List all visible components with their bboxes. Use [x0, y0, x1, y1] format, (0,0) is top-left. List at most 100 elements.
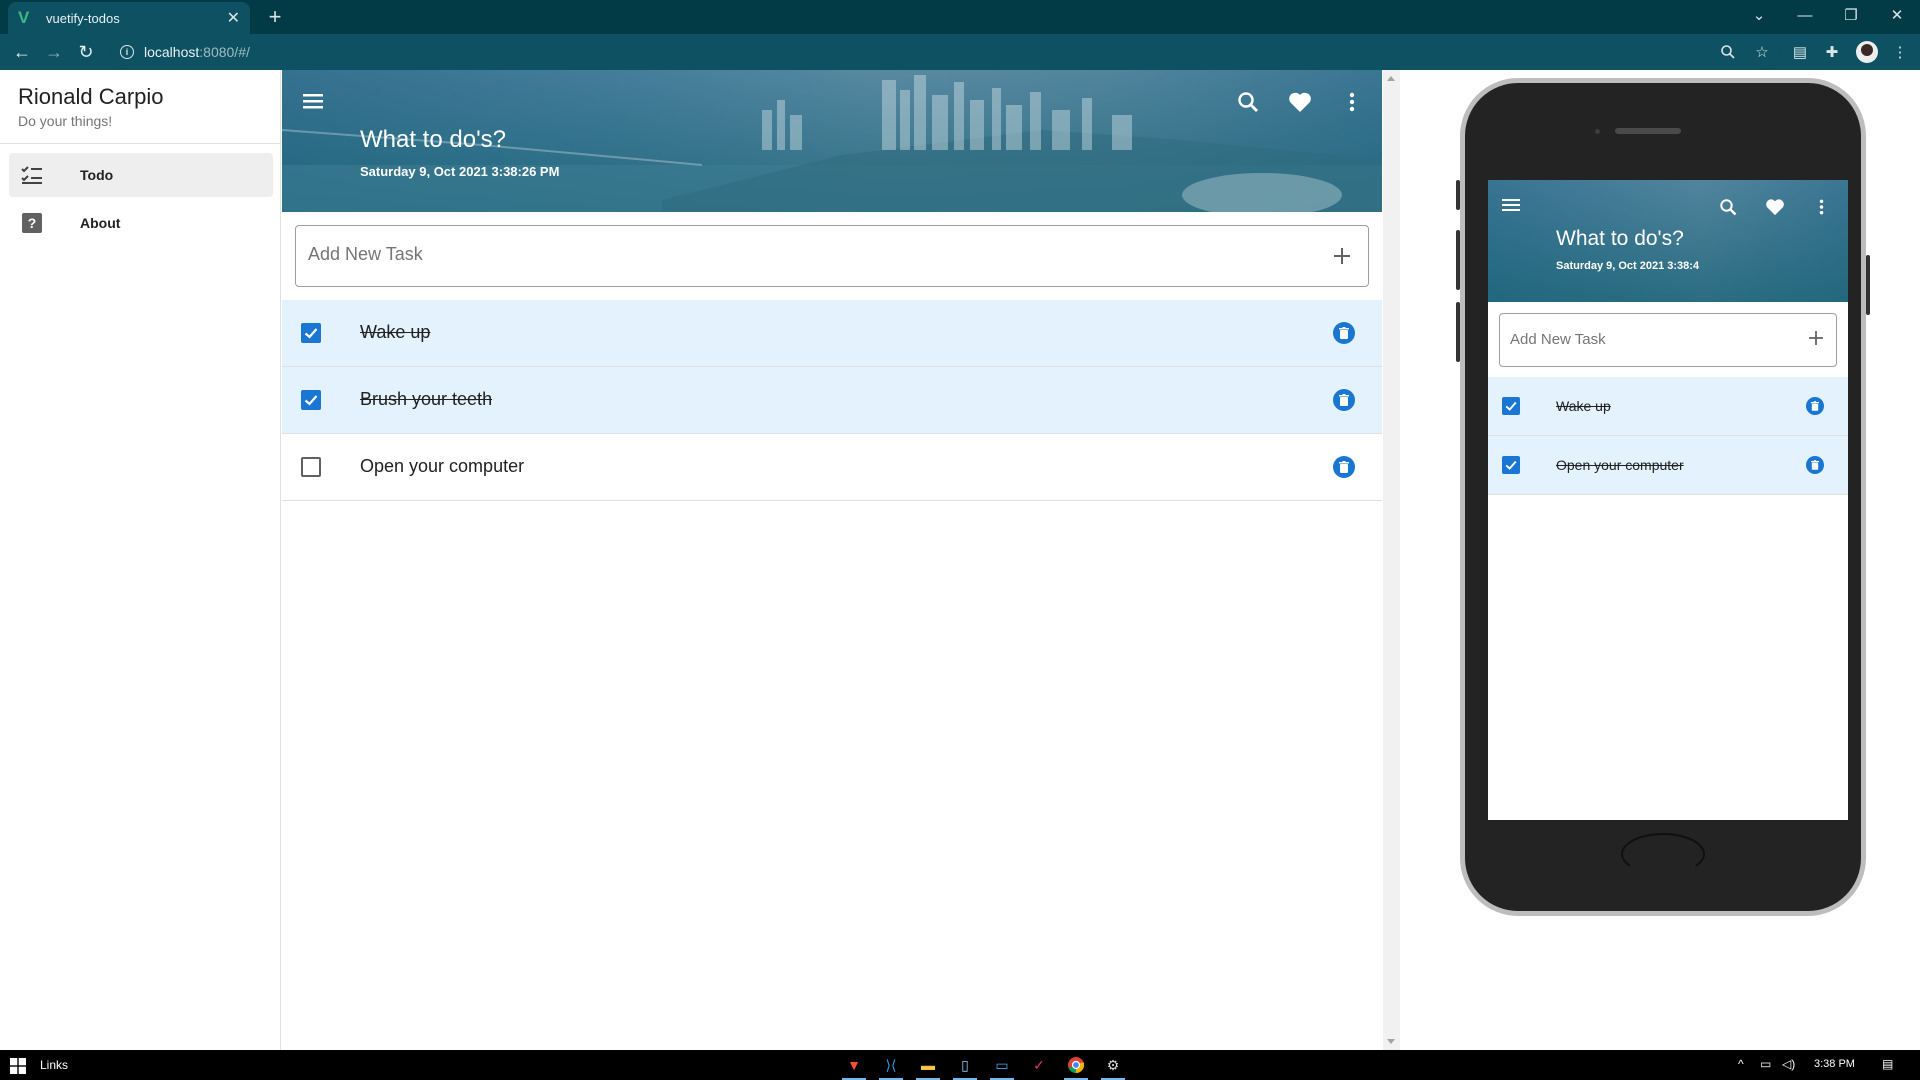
nav-label-todo: Todo: [80, 167, 114, 183]
nav-item-todo[interactable]: Todo: [9, 153, 273, 197]
browser-toolbar: ← → ↻ i localhost:8080/#/ ☆ ▤ ✚ ⋮: [0, 34, 1920, 70]
mobile-task-checkbox[interactable]: [1502, 397, 1520, 415]
mobile-hamburger-menu-icon[interactable]: [1500, 194, 1522, 216]
vscode-icon[interactable]: ⟩⟨: [879, 1054, 903, 1080]
task-row[interactable]: Brush your teeth: [282, 367, 1382, 434]
reload-icon[interactable]: ↻: [74, 40, 98, 64]
delete-task-icon[interactable]: [1333, 456, 1355, 478]
nav-drawer: Rionald Carpio Do your things! Todo ? Ab…: [0, 70, 281, 1050]
windows-start-icon[interactable]: [10, 1058, 26, 1074]
task-text: Brush your teeth: [360, 389, 493, 409]
browser-tab[interactable]: V vuetify-todos ✕: [8, 2, 250, 34]
add-task-input[interactable]: [308, 244, 1308, 265]
mobile-delete-task-icon[interactable]: [1806, 456, 1824, 474]
notifications-icon[interactable]: ▤: [1882, 1057, 1893, 1071]
scroll-down-arrow-icon[interactable]: [1387, 1039, 1395, 1044]
mobile-task-row[interactable]: Open your computer: [1488, 436, 1848, 495]
task-checkbox[interactable]: [301, 457, 321, 477]
hamburger-menu-icon[interactable]: [298, 86, 328, 116]
phone-frame: What to do's? Saturday 9, Oct 2021 3:38:…: [1460, 78, 1866, 916]
tray-chevron-icon[interactable]: ^: [1738, 1057, 1744, 1071]
help-icon: ?: [20, 211, 44, 235]
mobile-task-text: Open your computer: [1556, 457, 1684, 473]
url-text: localhost:8080/#/: [144, 44, 250, 60]
vuetify-logo-icon: V: [18, 8, 30, 27]
svg-text:?: ?: [28, 215, 37, 231]
search-icon[interactable]: [1234, 88, 1262, 116]
mobile-page-title: What to do's?: [1556, 227, 1684, 250]
task-text: Wake up: [360, 322, 431, 342]
mobile-add-task-field: [1499, 313, 1837, 367]
tab-title: vuetify-todos: [46, 10, 120, 26]
mobile-task-row[interactable]: Wake up: [1488, 377, 1848, 436]
vivaldi-icon[interactable]: ✓: [1027, 1054, 1051, 1076]
system-clock[interactable]: 3:38 PM: [1814, 1058, 1855, 1070]
extensions-puzzle-icon[interactable]: ✚: [1822, 42, 1842, 62]
nav-label-about: About: [80, 215, 121, 231]
chrome-icon[interactable]: [1064, 1054, 1088, 1080]
task-checkbox[interactable]: [301, 323, 321, 343]
delete-task-icon[interactable]: [1333, 322, 1355, 344]
remote-desktop-icon[interactable]: ▭: [990, 1054, 1014, 1080]
more-vert-icon[interactable]: [1338, 88, 1366, 116]
profile-avatar[interactable]: [1856, 41, 1878, 63]
main-content: What to do's? Saturday 9, Oct 2021 3:38:…: [282, 70, 1382, 1050]
task-row[interactable]: Open your computer: [282, 434, 1382, 501]
phone-home-button: [1621, 833, 1705, 875]
mobile-search-icon[interactable]: [1717, 196, 1739, 218]
os-taskbar: Links ▼ ⟩⟨ ▬ ▯ ▭ ✓ ⚙ ^ ▭ ◁) 3:38 PM ▤: [0, 1050, 1920, 1080]
mobile-more-vert-icon[interactable]: [1810, 196, 1832, 218]
phone-side-button: [1866, 255, 1870, 315]
phone-camera: [1595, 129, 1600, 134]
tab-search-icon[interactable]: ⌄: [1736, 0, 1782, 30]
app-icon[interactable]: ⚙: [1101, 1054, 1125, 1080]
checklist-icon: [20, 163, 44, 187]
nav-item-about[interactable]: ? About: [9, 201, 273, 245]
page-scrollbar[interactable]: [1383, 70, 1400, 1050]
mobile-preview-panel: What to do's? Saturday 9, Oct 2021 3:38:…: [1401, 70, 1920, 1050]
minimize-button[interactable]: —: [1782, 0, 1828, 30]
zoom-icon[interactable]: [1718, 42, 1738, 62]
mobile-heart-icon[interactable]: [1764, 196, 1786, 218]
browser-tab-bar: V vuetify-todos ✕ + ⌄ — ❐ ✕: [0, 0, 1920, 34]
extension-page-icon[interactable]: ▤: [1790, 42, 1810, 62]
mobile-add-task-input[interactable]: [1510, 331, 1790, 348]
app-header: What to do's? Saturday 9, Oct 2021 3:38:…: [282, 70, 1382, 212]
brave-browser-icon[interactable]: ▼: [842, 1054, 866, 1080]
back-icon[interactable]: ←: [10, 40, 34, 64]
task-checkbox[interactable]: [301, 390, 321, 410]
drawer-divider: [0, 143, 281, 144]
file-explorer-icon[interactable]: ▬: [916, 1054, 940, 1080]
phone-speaker: [1615, 128, 1681, 134]
volume-icon[interactable]: ◁): [1782, 1057, 1795, 1071]
heart-icon[interactable]: [1286, 88, 1314, 116]
mobile-add-task-button[interactable]: [1804, 326, 1828, 350]
address-bar[interactable]: i localhost:8080/#/: [110, 37, 1780, 67]
phone-screen: What to do's? Saturday 9, Oct 2021 3:38:…: [1488, 180, 1848, 820]
new-tab-button[interactable]: +: [262, 4, 288, 30]
notepad-icon[interactable]: ▯: [953, 1054, 977, 1080]
mobile-datetime: Saturday 9, Oct 2021 3:38:4: [1556, 260, 1700, 272]
forward-icon[interactable]: →: [42, 40, 66, 64]
tab-close-icon[interactable]: ✕: [227, 8, 240, 28]
restore-button[interactable]: ❐: [1828, 0, 1874, 30]
site-info-icon[interactable]: i: [120, 45, 134, 59]
network-icon[interactable]: ▭: [1760, 1057, 1771, 1071]
bookmark-star-icon[interactable]: ☆: [1752, 42, 1772, 62]
mobile-app-header: What to do's? Saturday 9, Oct 2021 3:38:…: [1488, 180, 1848, 302]
page-title: What to do's?: [360, 126, 506, 153]
scroll-up-arrow-icon[interactable]: [1387, 76, 1395, 81]
delete-task-icon[interactable]: [1333, 389, 1355, 411]
mobile-delete-task-icon[interactable]: [1806, 397, 1824, 415]
browser-menu-icon[interactable]: ⋮: [1890, 42, 1910, 62]
task-row[interactable]: Wake up: [282, 300, 1382, 367]
add-task-button[interactable]: [1328, 242, 1356, 270]
add-task-field: [295, 225, 1369, 287]
mobile-task-checkbox[interactable]: [1502, 456, 1520, 474]
mobile-task-text: Wake up: [1556, 398, 1611, 414]
links-toolbar-label[interactable]: Links: [40, 1058, 68, 1072]
current-datetime: Saturday 9, Oct 2021 3:38:26 PM: [360, 164, 560, 179]
user-subtitle: Do your things!: [18, 113, 113, 129]
close-window-button[interactable]: ✕: [1874, 0, 1920, 30]
task-text: Open your computer: [360, 456, 525, 476]
